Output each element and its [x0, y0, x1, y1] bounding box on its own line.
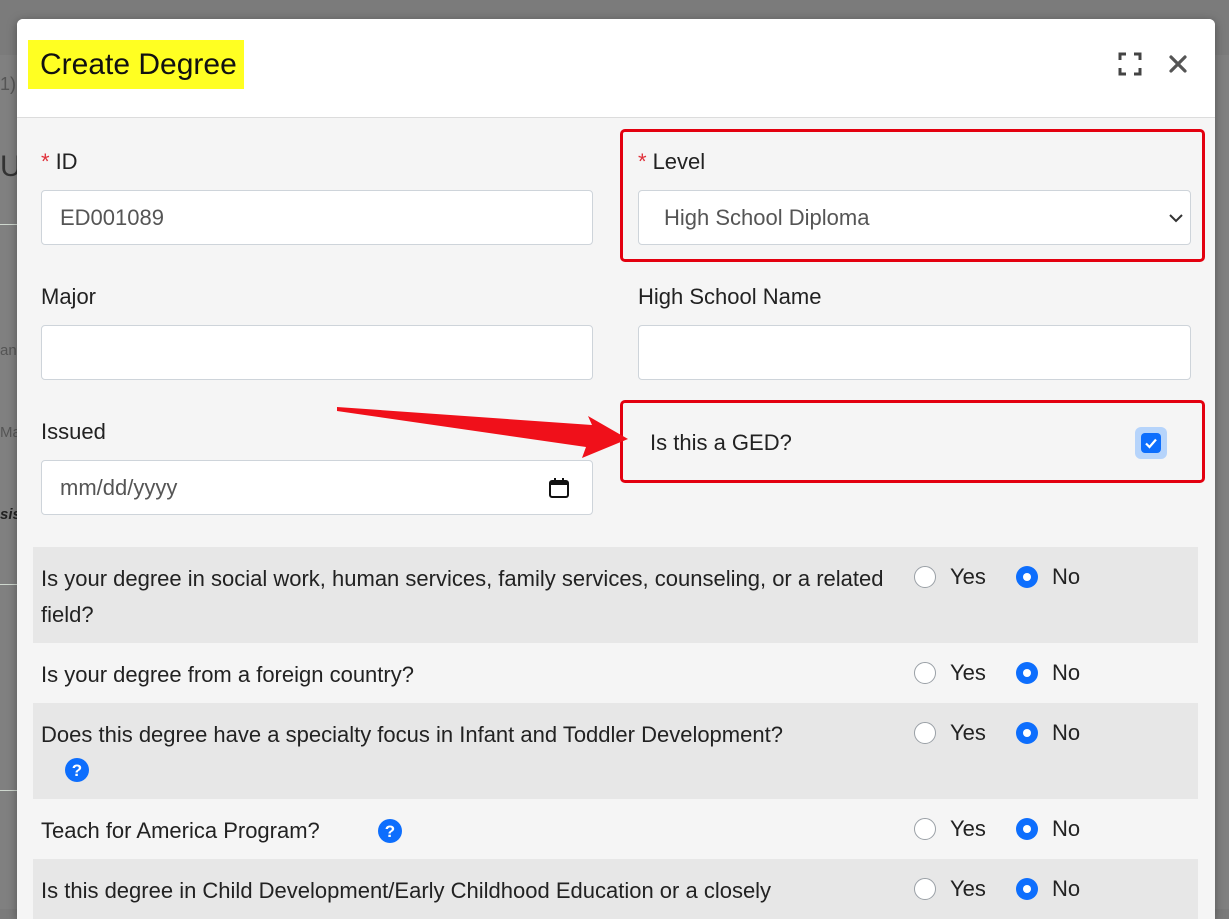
- modal-title: Create Degree: [28, 40, 244, 89]
- level-selected-value: High School Diploma: [664, 205, 870, 230]
- no-radio[interactable]: [1016, 662, 1038, 684]
- question-text: Is your degree from a foreign country?: [41, 662, 414, 687]
- question-row: Is your degree from a foreign country? Y…: [33, 643, 1198, 703]
- major-label: Major: [41, 284, 97, 309]
- question-row: Teach for America Program? ? Yes No: [33, 799, 1198, 859]
- level-select[interactable]: High School Diploma: [638, 190, 1191, 245]
- annotation-arrow: [337, 407, 628, 458]
- maximize-icon[interactable]: [1118, 52, 1142, 76]
- modal-header: Create Degree: [17, 19, 1215, 118]
- level-label: * Level: [638, 149, 706, 174]
- no-radio[interactable]: [1016, 818, 1038, 840]
- issued-placeholder: mm/dd/yyyy: [60, 475, 178, 500]
- no-radio[interactable]: [1016, 722, 1038, 744]
- yes-radio[interactable]: [914, 662, 936, 684]
- create-degree-modal: Create Degree * ID ED001089 * Level High S…: [17, 19, 1215, 919]
- major-input[interactable]: [41, 325, 593, 380]
- issued-date-input[interactable]: mm/dd/yyyy: [41, 460, 593, 515]
- yes-radio[interactable]: [914, 722, 936, 744]
- id-input[interactable]: ED001089: [41, 190, 593, 245]
- yes-radio[interactable]: [914, 818, 936, 840]
- svg-text:?: ?: [385, 822, 395, 841]
- no-radio[interactable]: [1016, 566, 1038, 588]
- ged-checkbox[interactable]: [1141, 433, 1161, 453]
- help-icon[interactable]: ?: [378, 819, 402, 843]
- high-school-name-input[interactable]: [638, 325, 1191, 380]
- high-school-name-label: High School Name: [638, 284, 822, 309]
- question-text: Is your degree in social work, human ser…: [41, 566, 884, 627]
- no-radio[interactable]: [1016, 878, 1038, 900]
- question-text: Teach for America Program?: [41, 818, 320, 843]
- question-row: Does this degree have a specialty focus …: [33, 703, 1198, 799]
- yes-radio[interactable]: [914, 566, 936, 588]
- close-icon[interactable]: [1166, 52, 1190, 76]
- question-row: Is this degree in Child Development/Earl…: [33, 859, 1198, 919]
- svg-text:?: ?: [72, 761, 82, 780]
- ged-label: Is this a GED?: [650, 430, 792, 455]
- calendar-icon[interactable]: [548, 477, 570, 499]
- question-row: Is your degree in social work, human ser…: [33, 547, 1198, 643]
- question-text: Is this degree in Child Development/Earl…: [41, 878, 772, 903]
- question-text: Does this degree have a specialty focus …: [41, 722, 783, 747]
- issued-label: Issued: [41, 419, 106, 444]
- help-icon[interactable]: ?: [65, 758, 89, 782]
- check-icon: [1145, 438, 1157, 449]
- id-label: * ID: [41, 149, 78, 174]
- yes-radio[interactable]: [914, 878, 936, 900]
- background-text: 1): [0, 74, 17, 94]
- chevron-down-icon: [1169, 214, 1183, 223]
